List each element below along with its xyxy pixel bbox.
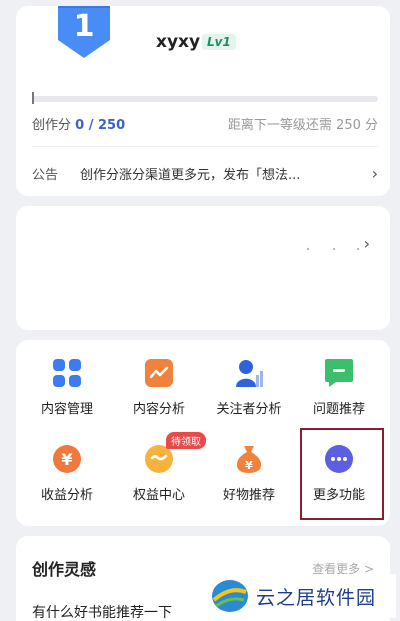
svg-text:¥: ¥ — [61, 450, 72, 469]
function-follower-analysis[interactable]: 关注者分析 — [204, 358, 294, 417]
function-label: 内容管理 — [40, 402, 93, 417]
score-label: 创作分 — [32, 118, 72, 133]
yuan-coin-icon: ¥ — [53, 445, 81, 473]
function-label: 关注者分析 — [216, 402, 282, 417]
score-row: 创作分 0 / 250 距离下一等级还需 250 分 — [32, 114, 378, 133]
profile-card: 1 xyxy Lv1 创作分 0 / 250 距离下一等级还需 250 分 公告… — [16, 6, 390, 196]
chat-bubble-icon — [325, 359, 353, 387]
function-income-analysis[interactable]: ¥ 收益分析 — [22, 444, 112, 503]
function-label: 内容分析 — [132, 402, 185, 417]
svg-text:¥: ¥ — [245, 459, 253, 472]
function-goods-recommend[interactable]: ¥ 好物推荐 — [204, 444, 294, 503]
trend-chart-icon — [145, 359, 173, 387]
notice-tag: 公告 — [32, 168, 59, 183]
notice-text: 创作分涨分渠道更多元，发布「想法... — [80, 168, 301, 183]
chevron-right-icon: › — [371, 164, 378, 183]
rank-number: 1 — [74, 9, 95, 44]
watermark: 云之居软件园 — [206, 574, 396, 618]
watermark-text: 云之居软件园 — [256, 586, 377, 609]
pending-tag: 待领取 — [166, 432, 206, 449]
level-badge: Lv1 — [202, 34, 236, 50]
inspiration-title: 创作灵感 — [32, 560, 97, 579]
score-value: 0 / 250 — [75, 118, 126, 133]
money-bag-icon: ¥ — [236, 446, 262, 473]
banner-card[interactable]: › — [16, 206, 390, 330]
function-question-recommend[interactable]: 问题推荐 — [294, 358, 384, 417]
username[interactable]: xyxy — [156, 32, 200, 52]
function-label: 收益分析 — [40, 488, 93, 503]
follower-chart-icon — [236, 360, 263, 387]
next-level-text: 距离下一等级还需 250 分 — [227, 118, 378, 133]
function-benefits-center[interactable]: 权益中心 — [114, 444, 204, 503]
function-label: 问题推荐 — [312, 402, 365, 417]
notice-row[interactable]: 公告 创作分涨分渠道更多元，发布「想法... › — [32, 164, 378, 183]
function-content-analysis[interactable]: 内容分析 — [114, 358, 204, 417]
progress-start-marker — [32, 92, 34, 104]
function-label: 权益中心 — [132, 488, 185, 503]
inspiration-item[interactable]: 有什么好书能推荐一下 — [32, 602, 172, 621]
function-content-management[interactable]: 内容管理 — [22, 358, 112, 417]
function-label: 好物推荐 — [222, 488, 275, 503]
highlight-box — [300, 428, 384, 520]
chevron-right-icon: › — [363, 234, 370, 253]
divider — [32, 146, 378, 147]
grid-icon — [53, 359, 81, 387]
loading-dots-icon — [306, 247, 360, 251]
level-progress-bar — [32, 96, 378, 102]
rank-badge-icon: 1 — [58, 6, 110, 58]
watermark-logo-icon — [212, 580, 248, 612]
